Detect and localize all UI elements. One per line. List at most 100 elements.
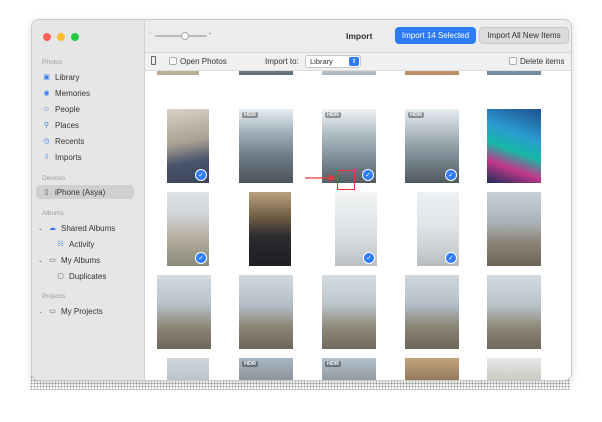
annotation-box	[337, 170, 355, 190]
sidebar-item-label: My Albums	[61, 255, 101, 265]
photo-thumbnail[interactable]	[239, 275, 293, 349]
photo-thumbnail[interactable]: HDR	[239, 358, 293, 380]
photo-thumbnail[interactable]: ✓	[167, 109, 209, 183]
zoom-window-button[interactable]	[71, 33, 79, 41]
delete-items-checkbox[interactable]	[509, 57, 517, 65]
open-photos-label: Open Photos	[180, 57, 227, 66]
zoom-slider-knob[interactable]	[181, 32, 189, 40]
photo-thumbnail[interactable]	[249, 192, 291, 266]
sidebar-item-label: Memories	[55, 88, 91, 98]
sidebar-item-iphone[interactable]: ▯ iPhone (Asya)	[36, 185, 134, 199]
sidebar-item-label: Shared Albums	[61, 223, 116, 233]
sidebar-item-places[interactable]: ⚲ Places	[42, 118, 79, 132]
photo-thumbnail[interactable]: HDR	[239, 109, 293, 183]
photo-thumbnail[interactable]	[322, 71, 376, 75]
photo-thumbnail[interactable]	[157, 275, 211, 349]
chevron-down-icon[interactable]: ⌄	[38, 225, 44, 232]
photo-thumbnail[interactable]	[405, 358, 459, 380]
photo-grid: ✓ HDR HDR ✓ HDR ✓ ✓ ✓ ✓ HDR HDR	[145, 71, 571, 380]
photo-thumbnail[interactable]: ✓	[335, 192, 377, 266]
photo-thumbnail[interactable]	[239, 71, 293, 75]
sidebar-item-label: Library	[55, 72, 80, 82]
selected-check-icon[interactable]: ✓	[445, 252, 457, 264]
toolbar: ▫ ▪ Import Import 14 Selected Import All…	[145, 20, 571, 53]
photo-thumbnail[interactable]: ✓	[167, 192, 209, 266]
delete-items-label: Delete items	[520, 57, 565, 66]
imports-icon: ⇩	[43, 154, 50, 161]
photo-thumbnail[interactable]	[157, 71, 199, 75]
sidebar-item-label: Activity	[69, 239, 95, 249]
photo-thumbnail[interactable]	[487, 358, 541, 380]
chevron-down-icon[interactable]: ⌄	[38, 308, 44, 315]
folder-icon: ▭	[49, 257, 56, 264]
import-to-value: Library	[310, 57, 333, 66]
iphone-icon	[151, 56, 156, 65]
album-icon: ▢	[57, 273, 64, 280]
photo-thumbnail[interactable]: HDR	[322, 358, 376, 380]
photos-icon: ▣	[43, 74, 50, 81]
minimize-window-button[interactable]	[57, 33, 65, 41]
selected-check-icon[interactable]: ✓	[362, 169, 374, 181]
sidebar-item-label: Places	[55, 120, 80, 130]
import-to-select[interactable]: Library ⇕	[305, 55, 361, 68]
sidebar-item-label: Recents	[55, 136, 85, 146]
import-to-label: Import to:	[265, 57, 299, 66]
sidebar-section-albums: Albums	[42, 210, 64, 217]
sidebar-item-shared-albums[interactable]: ⌄ ☁ Shared Albums	[38, 221, 115, 235]
sidebar-section-devices: Devices	[42, 175, 66, 182]
close-window-button[interactable]	[43, 33, 51, 41]
photo-thumbnail[interactable]	[167, 358, 209, 380]
sidebar-item-library[interactable]: ▣ Library	[42, 70, 79, 84]
sidebar-item-duplicates[interactable]: ▢ Duplicates	[56, 269, 106, 283]
sidebar-item-my-albums[interactable]: ⌄ ▭ My Albums	[38, 253, 100, 267]
selected-check-icon[interactable]: ✓	[195, 252, 207, 264]
hdr-badge: HDR	[408, 112, 424, 118]
chevron-down-icon[interactable]: ⌄	[38, 257, 44, 264]
sidebar-item-activity[interactable]: ☷ Activity	[56, 237, 94, 251]
photo-thumbnail[interactable]	[405, 275, 459, 349]
places-icon: ⚲	[43, 122, 50, 129]
sidebar-item-memories[interactable]: ◉ Memories	[42, 86, 90, 100]
import-selected-button[interactable]: Import 14 Selected	[395, 27, 476, 44]
import-all-new-items-button[interactable]: Import All New Items	[479, 27, 569, 44]
sidebar-item-recents[interactable]: ◷ Recents	[42, 134, 84, 148]
photo-thumbnail[interactable]: ✓	[417, 192, 459, 266]
zoom-in-icon[interactable]: ▪	[209, 31, 211, 37]
activity-icon: ☷	[57, 241, 64, 248]
window-title: Import	[346, 31, 373, 41]
people-icon: ☺	[42, 105, 51, 113]
cloud-icon: ☁	[49, 225, 56, 232]
photo-thumbnail[interactable]	[487, 275, 541, 349]
hdr-badge: HDR	[242, 112, 258, 118]
folder-icon: ▭	[49, 308, 56, 315]
photo-thumbnail[interactable]	[322, 275, 376, 349]
hdr-badge: HDR	[325, 361, 341, 367]
zoom-slider[interactable]	[155, 32, 207, 40]
sidebar-item-label: My Projects	[61, 306, 103, 316]
open-photos-checkbox[interactable]	[169, 57, 177, 65]
window-controls	[43, 33, 79, 41]
sidebar-item-label: Imports	[55, 152, 82, 162]
sidebar-item-imports[interactable]: ⇩ Imports	[42, 150, 82, 164]
photo-thumbnail[interactable]	[405, 71, 459, 75]
sidebar-item-my-projects[interactable]: ⌄ ▭ My Projects	[38, 304, 103, 318]
sidebar-item-label: People	[55, 104, 80, 114]
zoom-out-icon[interactable]: ▫	[149, 30, 151, 36]
import-options-bar: Open Photos Import to: Library ⇕ Delete …	[145, 53, 571, 71]
photo-thumbnail[interactable]	[487, 109, 541, 183]
chevron-updown-icon: ⇕	[349, 57, 359, 66]
sidebar: Photos ▣ Library ◉ Memories ☺ People ⚲ P…	[32, 20, 145, 380]
photo-thumbnail[interactable]: HDR ✓	[405, 109, 459, 183]
selected-check-icon[interactable]: ✓	[195, 169, 207, 181]
selected-check-icon[interactable]: ✓	[363, 252, 375, 264]
clock-icon: ◷	[43, 138, 50, 145]
photo-thumbnail[interactable]	[487, 71, 541, 75]
sidebar-section-photos: Photos	[42, 59, 63, 66]
photos-import-window: Photos ▣ Library ◉ Memories ☺ People ⚲ P…	[31, 19, 572, 381]
iphone-icon: ▯	[44, 189, 49, 196]
selected-check-icon[interactable]: ✓	[445, 169, 457, 181]
hdr-badge: HDR	[325, 112, 341, 118]
sidebar-item-people[interactable]: ☺ People	[42, 102, 80, 116]
hdr-badge: HDR	[242, 361, 258, 367]
photo-thumbnail[interactable]	[487, 192, 541, 266]
